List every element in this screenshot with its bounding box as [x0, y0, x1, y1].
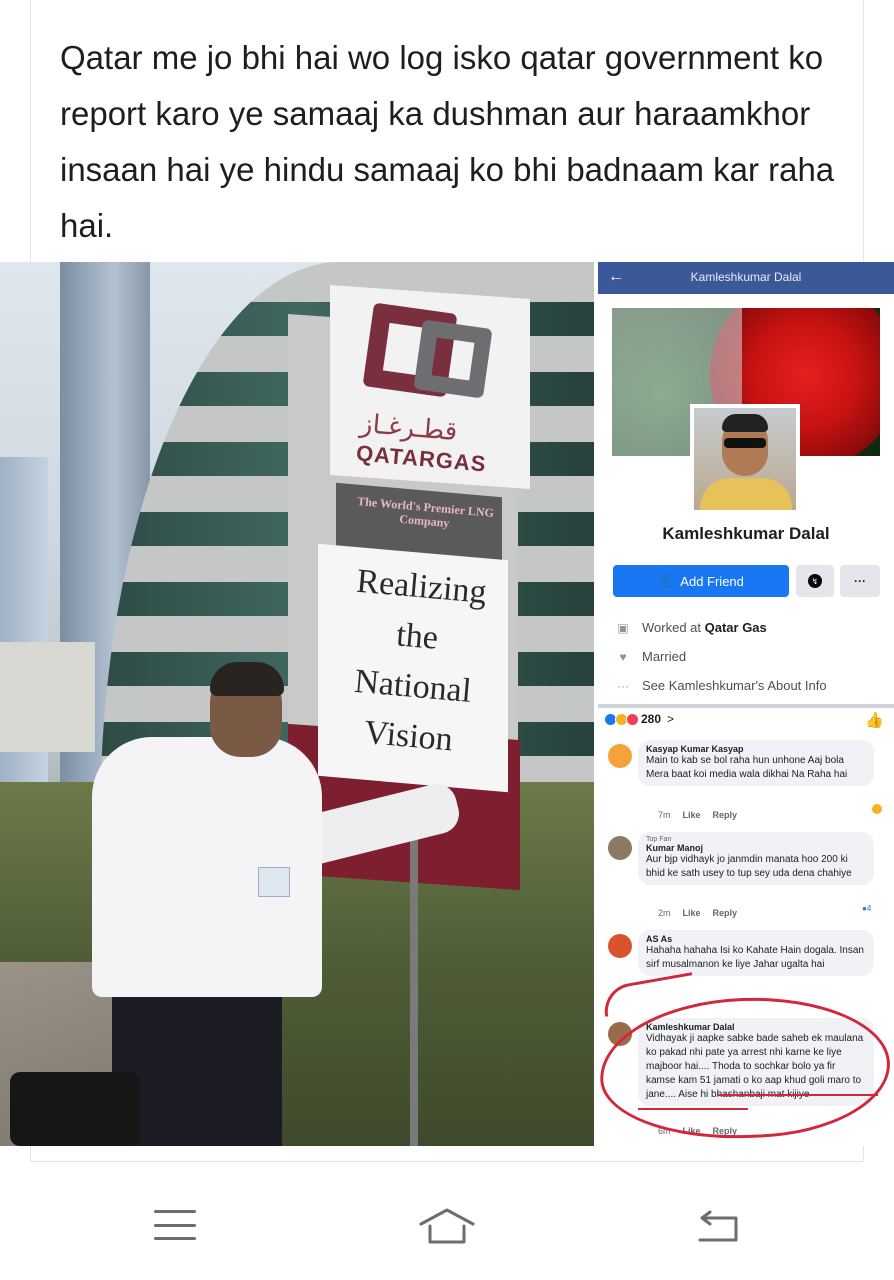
black-bag — [10, 1072, 140, 1146]
qatargas-logo-icon — [362, 294, 493, 404]
add-person-icon: 👤 — [658, 573, 675, 588]
reaction-count: 280 — [641, 712, 662, 726]
home-icon[interactable] — [418, 1206, 476, 1246]
commenter-name[interactable]: AS As — [646, 934, 866, 944]
comment-meta: 7m Like Reply — [658, 810, 737, 820]
more-dots-icon: ··· — [854, 574, 866, 588]
comment-text: Hahaha hahaha Isi ko Kahate Hain dogala.… — [646, 945, 864, 970]
commenter-avatar[interactable] — [608, 744, 632, 768]
profile-header-bar: ← Kamleshkumar Dalal — [598, 262, 894, 294]
reply-link[interactable]: Reply — [713, 908, 738, 918]
message-button[interactable]: ↯ — [796, 565, 834, 597]
like-link[interactable]: Like — [683, 810, 701, 820]
comment-text: Aur bjp vidhayk jo janmdin manata hoo 20… — [646, 854, 852, 879]
section-divider — [598, 704, 894, 708]
comment-bubble: Kasyap Kumar Kasyap Main to kab se bol r… — [638, 740, 874, 786]
more-dots-icon: ··· — [617, 678, 629, 693]
menu-icon[interactable] — [154, 1210, 196, 1240]
chevron-right-icon: > — [667, 712, 675, 726]
man-hair — [210, 662, 284, 696]
low-building — [0, 642, 95, 752]
more-options-button[interactable]: ··· — [840, 565, 880, 597]
profile-picture[interactable] — [690, 404, 800, 514]
add-friend-label: Add Friend — [680, 573, 744, 589]
system-navigation-bar — [0, 1170, 894, 1280]
heart-icon: ♥ — [619, 649, 627, 664]
angry-reaction-icon — [626, 712, 639, 726]
commenter-name[interactable]: Kasyap Kumar Kasyap — [646, 744, 866, 754]
id-card — [258, 867, 290, 897]
post-photo-left[interactable]: قطـرغـاز QATARGAS The World's Premier LN… — [0, 262, 594, 1146]
relationship-status: Married — [642, 649, 687, 664]
info-about-link[interactable]: ··· See Kamleshkumar's About Info — [614, 678, 827, 693]
comment-time: 2m — [658, 908, 671, 918]
comment-meta: 2m Like Reply — [658, 908, 737, 918]
comment-text: Main to kab se bol raha hun unhone Aaj b… — [646, 755, 848, 780]
commenter-avatar[interactable] — [608, 934, 632, 958]
comment-time: 7m — [658, 810, 671, 820]
comment-bubble: AS As Hahaha hahaha Isi ko Kahate Hain d… — [638, 930, 874, 976]
reply-link[interactable]: Reply — [713, 810, 738, 820]
commenter-name[interactable]: Kumar Manoj — [646, 843, 866, 853]
fence — [410, 822, 594, 1146]
sign-slogan: Realizing the National Vision — [322, 555, 509, 769]
post-text: Qatar me jo bhi hai wo log isko qatar go… — [60, 39, 835, 244]
comment-bubble: Top Fan Kumar Manoj Aur bjp vidhayk jo j… — [638, 832, 874, 885]
briefcase-icon: ▣ — [617, 620, 629, 635]
work-prefix: Worked at — [642, 620, 705, 635]
facebook-profile-screenshot[interactable]: ← Kamleshkumar Dalal Kamleshkumar Dalal … — [598, 262, 894, 1146]
like-link[interactable]: Like — [683, 908, 701, 918]
profile-name: Kamleshkumar Dalal — [662, 524, 830, 543]
work-place[interactable]: Qatar Gas — [705, 620, 767, 635]
add-friend-button[interactable]: 👤 Add Friend — [613, 565, 789, 597]
info-relationship: ♥ Married — [614, 649, 686, 664]
like-thumb-icon[interactable]: 👍 — [865, 711, 884, 729]
comment-reaction-count: ●4 — [862, 904, 872, 913]
header-title: Kamleshkumar Dalal — [690, 270, 802, 284]
red-annotation-circle — [598, 992, 893, 1144]
commenter-avatar[interactable] — [608, 836, 632, 860]
haha-reaction-icon — [872, 804, 882, 814]
top-fan-badge: Top Fan — [646, 836, 672, 843]
messenger-icon: ↯ — [808, 574, 822, 588]
info-work: ▣ Worked at Qatar Gas — [614, 620, 767, 635]
reaction-summary[interactable]: 280 > — [604, 712, 674, 726]
back-icon[interactable] — [696, 1210, 740, 1244]
about-link[interactable]: See Kamleshkumar's About Info — [642, 678, 827, 693]
